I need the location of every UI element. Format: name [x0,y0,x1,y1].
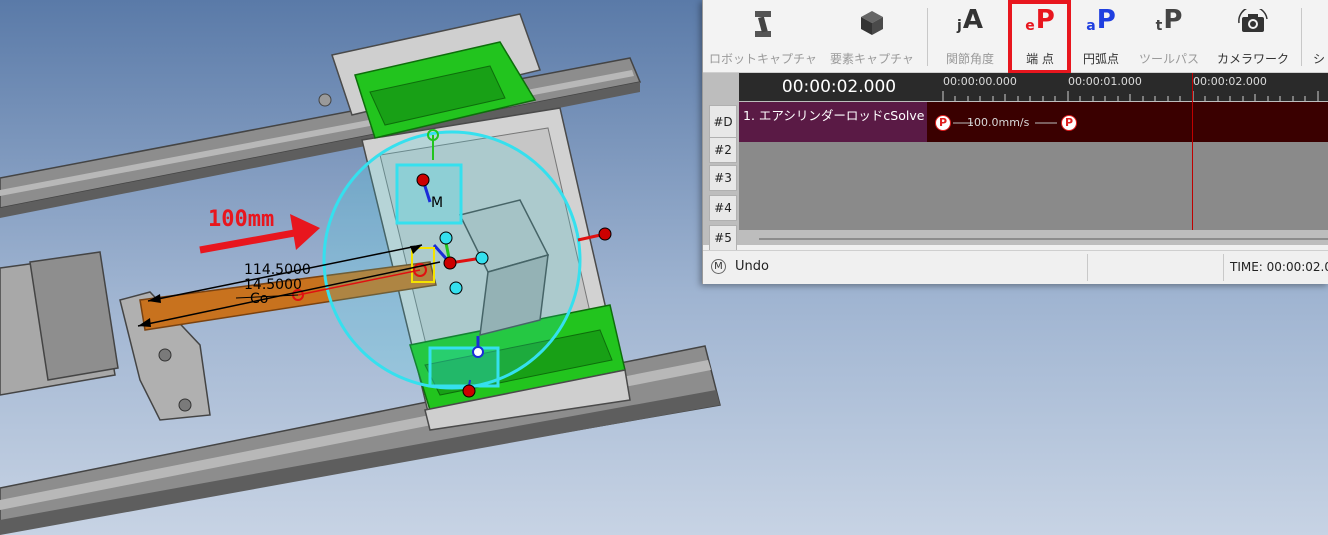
horizontal-scrollbar[interactable] [759,238,1328,240]
time-status: TIME: 00:00:02.0 [1230,260,1328,274]
camera-icon [1238,9,1268,32]
gizmo-handle-bottom [428,346,500,388]
toolbar-separator [1301,8,1302,66]
track-header-d[interactable]: #D [709,105,737,139]
toolbar-separator [927,8,928,66]
end-point-marker[interactable]: P [1061,115,1077,131]
ruler-label: 00:00:01.000 [1068,75,1142,88]
robot-capture-label: ロボットキャプチャ [709,52,817,66]
teaching-panel: ロボットキャプチャ 要素キャプチャ jA 関節角度 eP 端 点 aP 円弧点 … [702,0,1328,284]
undo-label[interactable]: Undo [735,259,769,274]
tool-path-button[interactable]: tP ツールパス [1135,6,1203,68]
ruler-label: 00:00:02.000 [1193,75,1267,88]
sim-label: シ [1312,52,1325,66]
tool-path-icon: tP [1155,5,1183,35]
undo-icon[interactable]: M [711,259,726,274]
current-time: 00:00:02.000 [739,73,939,101]
start-point-marker[interactable]: P [935,115,951,131]
element-capture-button[interactable]: 要素キャプチャ [827,6,917,68]
origin-label: Co [250,291,268,307]
status-bar: M Undo TIME: 00:00:02.0 [703,250,1328,284]
highlight-box [1008,0,1071,74]
sim-button[interactable]: シ [1309,6,1328,68]
arc-point-icon: aP [1086,5,1116,35]
cube-icon [861,11,883,35]
playhead[interactable] [1192,73,1193,230]
model-label: M [431,195,443,211]
track-1-label: 1. エアシリンダーロッドcSolve [739,102,927,142]
camera-work-button[interactable]: カメラワーク [1215,6,1291,68]
track-header-2[interactable]: #2 [709,137,737,163]
track-header-3[interactable]: #3 [709,165,737,191]
robot-capture-button[interactable]: ロボットキャプチャ [709,6,817,68]
timeline[interactable]: 00:00:02.000 00:00:00.000 00:00:01.000 0… [703,73,1328,251]
robot-arm-icon [755,11,771,37]
speed-label: 100.0mm/s [967,116,1030,129]
annotation-label: 100mm [208,207,274,232]
joint-angle-button[interactable]: jA 関節角度 [937,6,1003,68]
track-4[interactable] [739,202,1328,230]
joint-angle-label: 関節角度 [945,52,994,66]
camera-work-label: カメラワーク [1216,52,1289,66]
ruler-label: 00:00:00.000 [943,75,1017,88]
tool-path-label: ツールパス [1138,52,1199,66]
arc-point-label: 円弧点 [1082,52,1119,66]
time-ruler[interactable]: 00:00:00.000 00:00:01.000 00:00:02.000 [939,73,1328,101]
track-2[interactable] [739,142,1328,172]
status-separator [1223,254,1224,281]
track-3[interactable] [739,172,1328,202]
dimension-114: 114.5000 [244,262,311,278]
element-capture-label: 要素キャプチャ [830,52,914,66]
joint-angle-icon: jA [957,5,983,35]
status-separator [1087,254,1088,281]
arc-point-button[interactable]: aP 円弧点 [1073,6,1129,68]
track-1[interactable]: 1. エアシリンダーロッドcSolve P P 100.0mm/s [739,102,1328,142]
track-header-5[interactable]: #5 [709,225,737,251]
toolbar: ロボットキャプチャ 要素キャプチャ jA 関節角度 eP 端 点 aP 円弧点 … [703,0,1328,74]
track-header-4[interactable]: #4 [709,195,737,221]
